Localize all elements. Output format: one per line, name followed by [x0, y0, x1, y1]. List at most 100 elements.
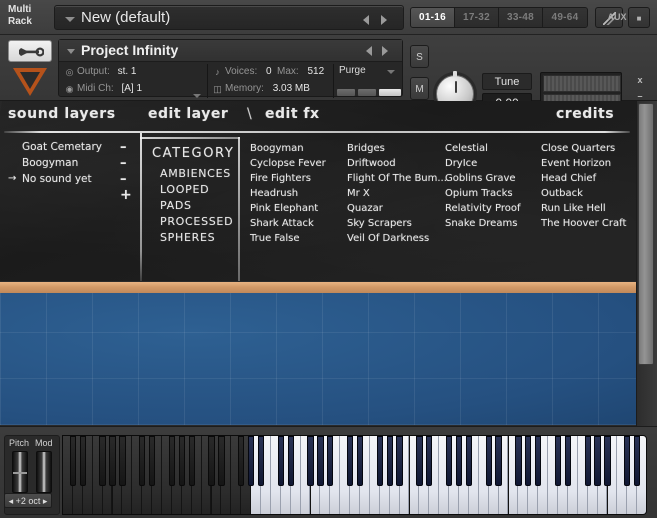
black-key[interactable] — [634, 436, 641, 486]
piano-keybed[interactable] — [62, 435, 647, 515]
black-key[interactable] — [317, 436, 324, 486]
black-key[interactable] — [277, 436, 284, 486]
sound-layer-item[interactable]: No sound yet — [22, 173, 92, 185]
sound-preset-item[interactable]: Sky Scrapers — [347, 218, 412, 229]
sound-preset-item[interactable]: Outback — [541, 188, 583, 199]
black-key[interactable] — [109, 436, 116, 486]
sound-preset-item[interactable]: True False — [250, 233, 300, 244]
black-key[interactable] — [208, 436, 215, 486]
black-key[interactable] — [584, 436, 591, 486]
sound-preset-item[interactable]: DryIce — [445, 158, 477, 169]
black-key[interactable] — [604, 436, 611, 486]
category-item[interactable]: AMBIENCES — [160, 167, 231, 180]
black-key[interactable] — [525, 436, 532, 486]
category-item[interactable]: PADS — [160, 199, 192, 212]
sound-preset-item[interactable]: Boogyman — [250, 143, 304, 154]
sound-layer-item[interactable]: Boogyman — [22, 157, 78, 169]
sound-preset-item[interactable]: Bridges — [347, 143, 385, 154]
chevron-down-icon[interactable] — [65, 17, 75, 22]
category-item[interactable]: LOOPED — [160, 183, 209, 196]
vertical-scrollbar-thumb[interactable] — [638, 103, 654, 365]
output-field[interactable]: ◎ Output: st. 1 — [65, 64, 137, 80]
instrument-title-row[interactable]: Project Infinity — [59, 40, 402, 62]
remove-layer-button[interactable]: – — [120, 156, 127, 171]
black-key[interactable] — [495, 436, 502, 486]
black-key[interactable] — [247, 436, 255, 486]
tab-credits[interactable]: credits — [556, 106, 614, 122]
sound-preset-item[interactable]: Close Quarters — [541, 143, 615, 154]
black-key[interactable] — [564, 436, 572, 486]
black-key[interactable] — [119, 436, 126, 486]
black-key[interactable] — [396, 436, 403, 486]
black-key[interactable] — [554, 436, 562, 486]
chevron-down-icon[interactable] — [67, 49, 75, 54]
sound-preset-item[interactable]: Cyclopse Fever — [250, 158, 326, 169]
sound-preset-item[interactable]: Quazar — [347, 203, 383, 214]
multi-panel-button[interactable]: ■ — [628, 7, 650, 28]
black-key[interactable] — [465, 436, 473, 486]
remove-layer-button[interactable]: – — [120, 140, 127, 155]
black-key[interactable] — [148, 436, 156, 486]
black-key[interactable] — [455, 436, 463, 486]
black-key[interactable] — [445, 436, 453, 486]
mute-button[interactable]: M — [410, 77, 429, 100]
channel-tab-49-64[interactable]: 49-64 — [543, 8, 587, 27]
black-key[interactable] — [168, 436, 176, 486]
sound-preset-item[interactable]: Driftwood — [347, 158, 396, 169]
black-key[interactable] — [178, 436, 185, 486]
black-key[interactable] — [535, 436, 542, 486]
pitch-wheel[interactable] — [12, 451, 28, 493]
sound-preset-item[interactable]: Celestial — [445, 143, 488, 154]
black-key[interactable] — [79, 436, 86, 486]
black-key[interactable] — [188, 436, 195, 486]
sound-preset-item[interactable]: Opium Tracks — [445, 188, 513, 199]
black-key[interactable] — [356, 436, 364, 486]
sound-preset-item[interactable]: Flight Of The Bum... — [347, 173, 447, 184]
black-key[interactable] — [485, 436, 492, 486]
black-key[interactable] — [287, 436, 294, 486]
side-button-x[interactable]: x — [628, 72, 652, 88]
black-key[interactable] — [99, 436, 106, 486]
black-key[interactable] — [69, 436, 77, 486]
multi-preset-field[interactable]: New (default) — [54, 5, 404, 30]
sound-preset-item[interactable]: Pink Elephant — [250, 203, 318, 214]
channel-tab-01-16[interactable]: 01-16 — [411, 8, 455, 27]
tab-edit-layer[interactable]: edit layer — [148, 106, 228, 122]
black-key[interactable] — [327, 436, 334, 486]
preset-prev-button[interactable] — [363, 15, 373, 25]
preset-next-button[interactable] — [381, 15, 391, 25]
black-key[interactable] — [307, 436, 314, 486]
sound-preset-item[interactable]: Goblins Grave — [445, 173, 516, 184]
category-item[interactable]: PROCESSED — [160, 215, 233, 228]
channel-tab-33-48[interactable]: 33-48 — [499, 8, 543, 27]
mod-wheel[interactable] — [36, 451, 52, 493]
sound-preset-item[interactable]: The Hoover Craft — [541, 218, 626, 229]
black-key[interactable] — [139, 436, 146, 486]
sound-preset-item[interactable]: Fire Fighters — [250, 173, 311, 184]
black-key[interactable] — [594, 436, 601, 486]
black-key[interactable] — [386, 436, 393, 486]
instrument-next-button[interactable] — [382, 46, 392, 56]
sound-preset-item[interactable]: Head Chief — [541, 173, 596, 184]
sound-preset-item[interactable]: Snake Dreams — [445, 218, 517, 229]
instrument-options-button[interactable] — [8, 40, 52, 62]
sound-preset-item[interactable]: Headrush — [250, 188, 298, 199]
black-key[interactable] — [426, 436, 433, 486]
sound-preset-item[interactable]: Event Horizon — [541, 158, 611, 169]
black-key[interactable] — [218, 436, 225, 486]
remove-layer-button[interactable]: – — [120, 172, 127, 187]
midi-channel-field[interactable]: ◉ Midi Ch: [A] 1 — [65, 81, 142, 97]
black-key[interactable] — [624, 436, 631, 486]
channel-tab-17-32[interactable]: 17-32 — [455, 8, 499, 27]
add-layer-button[interactable]: + — [120, 187, 132, 203]
category-item[interactable]: SPHERES — [160, 231, 215, 244]
tab-edit-fx[interactable]: edit fx — [265, 106, 320, 122]
black-key[interactable] — [346, 436, 354, 486]
sound-preset-item[interactable]: Mr X — [347, 188, 370, 199]
sound-preset-item[interactable]: Run Like Hell — [541, 203, 606, 214]
black-key[interactable] — [416, 436, 423, 486]
sound-preset-item[interactable]: Veil Of Darkness — [347, 233, 429, 244]
purge-control[interactable]: Purge — [335, 64, 403, 98]
black-key[interactable] — [238, 436, 245, 486]
solo-button[interactable]: S — [410, 45, 429, 68]
